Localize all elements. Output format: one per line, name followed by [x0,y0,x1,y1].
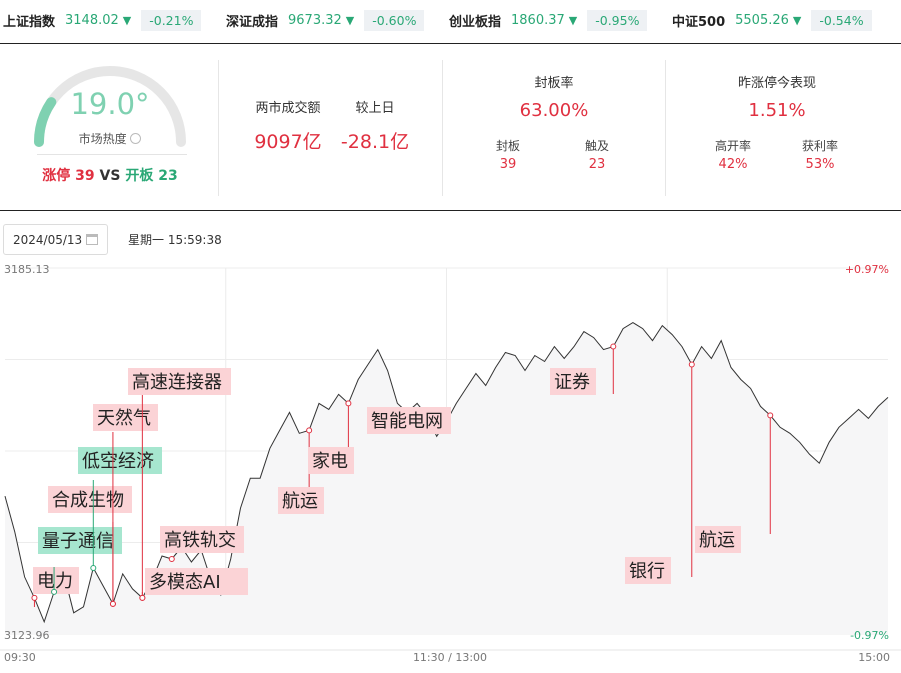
open-high-label: 高开率 [714,139,751,153]
intraday-chart: 电力 量子通信 合成生物 低空经济 天然气 高速连接器 多模态AI 高铁轨交 航运 家电 智能电网证… [0,262,901,673]
calendar-icon[interactable] [86,234,98,245]
yesterday-title: 昨涨停今表现 [737,76,816,91]
index-name: 上证指数 [3,14,56,30]
x-label-midday: 11:30 / 13:00 [413,651,487,664]
sealed-label: 封板 [495,139,520,153]
weekday-time: 星期一 15:59:38 [128,233,222,247]
limit-summary: 涨停 39 VS 开板 23 [25,165,195,185]
index-item-sh[interactable]: 上证指数 3148.02 ▼ -0.21% [3,8,202,32]
date-value: 2024/05/13 [13,233,83,247]
annotation-label: 航运 [282,491,318,512]
index-value: 3148.02 [65,12,119,28]
compare-label: 较上日 [355,101,395,116]
heat-value: 19.0° [70,87,150,121]
down-arrow-icon: ▼ [568,13,578,27]
annotation-dot [688,361,695,368]
seal-rate-title: 封板率 [534,76,574,91]
annotation-dot [109,600,116,607]
pct-label-top: +0.97% [845,263,889,276]
market-heat-gauge: 19.0° 市场热度 涨停 39 VS 开板 23 [25,60,195,205]
divider [37,154,187,155]
open-high-value: 42% [718,157,748,172]
annotation-dot [51,588,58,595]
annotation-label: 低空经济 [82,451,154,472]
annotation-label: 航运 [699,530,735,551]
heat-label: 市场热度 [25,130,195,147]
turnover-label: 两市成交额 [255,101,321,116]
annotation-dot [610,343,617,350]
vs-text: VS [99,168,121,184]
compare-value: -28.1亿 [340,131,410,153]
annotation-dot [168,555,175,562]
annotation-dot [345,400,352,407]
open-label: 开板 [125,168,154,184]
y-label-top: 3185.13 [4,263,50,276]
info-icon[interactable] [130,133,142,144]
market-stats-panel: 19.0° 市场热度 涨停 39 VS 开板 23 两市成交额 9097亿 较上… [0,45,901,211]
down-arrow-icon: ▼ [345,13,355,27]
x-label-open: 09:30 [4,651,36,664]
x-label-close: 15:00 [858,651,890,664]
index-name: 创业板指 [449,14,502,30]
index-value: 9673.32 [288,12,342,28]
index-name: 中证500 [672,14,726,30]
sealed-value: 39 [499,157,517,172]
limit-up-label: 涨停 [42,168,71,184]
profit-value: 53% [805,157,835,172]
yesterday-rate: 1.51% [748,100,806,121]
index-value: 5505.26 [735,12,789,28]
annotation-dot [767,412,774,419]
annotation-dot [139,594,146,601]
open-count: 23 [158,168,178,184]
pct-label-bottom: -0.97% [850,629,889,642]
chart-svg: 电力量子通信合成生物低空经济天然气高速连接器多模态AI高铁轨交航运家电智能电网证… [0,263,901,664]
index-name: 深证成指 [226,14,279,30]
index-value: 1860.37 [511,12,565,28]
annotation-label: 天然气 [97,408,151,429]
down-arrow-icon: ▼ [122,13,132,27]
annotation-dot [90,564,97,571]
index-change: -0.54% [811,9,872,31]
annotation-label: 家电 [312,451,348,472]
annotation-label: 电力 [37,571,73,592]
chart-toolbar: 2024/05/13 星期一 15:59:38 [0,212,901,262]
divider [218,60,219,196]
annotation-label: 量子通信 [42,531,114,552]
annotation-label: 银行 [629,561,665,582]
index-item-sz[interactable]: 深证成指 9673.32 ▼ -0.60% [226,8,425,32]
limit-up-count: 39 [75,168,95,184]
y-label-bottom: 3123.96 [4,629,50,642]
touched-label: 触及 [584,139,609,153]
annotation-dot [31,594,38,601]
touched-value: 23 [588,157,606,172]
annotation-dot [306,427,313,434]
index-change: -0.95% [587,9,648,31]
down-arrow-icon: ▼ [792,13,802,27]
annotation-label: 高铁轨交 [164,530,236,551]
annotation-label: 智能电网 [371,411,443,432]
profit-label: 获利率 [801,139,838,153]
index-item-zz500[interactable]: 中证500 5505.26 ▼ -0.54% [672,8,872,32]
annotation-label: 证券 [554,372,590,393]
index-item-cyb[interactable]: 创业板指 1860.37 ▼ -0.95% [449,8,648,32]
index-ticker-bar: 上证指数 3148.02 ▼ -0.21% 深证成指 9673.32 ▼ -0.… [0,0,901,44]
index-change: -0.21% [141,9,202,31]
annotation-label: 高速连接器 [132,372,222,393]
date-picker[interactable]: 2024/05/13 [3,224,108,255]
annotation-label: 多模态AI [149,572,221,593]
seal-rate-value: 63.00% [519,100,589,121]
index-change: -0.60% [364,9,425,31]
